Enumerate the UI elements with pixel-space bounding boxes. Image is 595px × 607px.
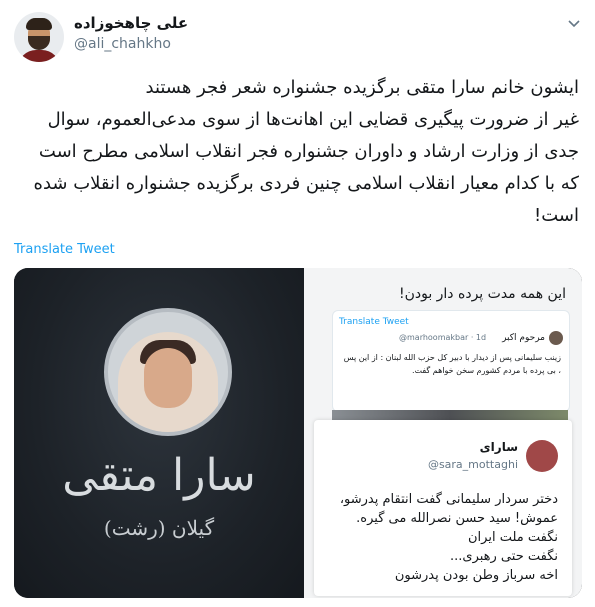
media-left-image: سارا متقی گیلان (رشت) bbox=[14, 268, 304, 598]
avatar[interactable] bbox=[14, 12, 64, 62]
quoted-line: عموش! سید حسن نصرالله می گیره. bbox=[356, 511, 558, 526]
quoted-name: سارای bbox=[479, 440, 518, 454]
profile-ring bbox=[104, 308, 232, 436]
media-right-image: این همه مدت پرده دار بودن! Translate Twe… bbox=[304, 268, 582, 598]
translate-tweet-link[interactable]: Translate Tweet bbox=[14, 242, 115, 257]
portrait-face bbox=[144, 348, 192, 408]
media-subtitle: گیلان (رشت) bbox=[103, 516, 215, 540]
tweet-header: علی چاهخوزاده @ali_chahkho bbox=[0, 0, 595, 70]
author-display-name[interactable]: علی چاهخوزاده bbox=[74, 14, 188, 32]
tweet-line: است! bbox=[534, 205, 579, 226]
tweet-line: جدی از وزارت ارشاد و داوران جشنواره فجر … bbox=[38, 141, 579, 162]
chevron-down-icon[interactable] bbox=[567, 16, 581, 30]
tweet-text: ایشون خانم سارا متقی برگزیده جشنواره شعر… bbox=[14, 72, 579, 232]
embedded-translate-label: Translate Tweet bbox=[339, 317, 409, 327]
quoted-line: نگفت ملت ایران bbox=[468, 530, 558, 545]
embedded-avatar bbox=[549, 331, 563, 345]
media-name: سارا متقی bbox=[62, 450, 256, 501]
quoted-handle: @sara_mottaghi bbox=[427, 458, 518, 471]
quoted-tweet-card: سارای @sara_mottaghi دختر سردار سلیمانی … bbox=[314, 420, 572, 596]
embedded-tweet: Translate Tweet مرحوم اکبر @marhoomakbar… bbox=[332, 310, 570, 412]
embedded-name: مرحوم اکبر bbox=[502, 333, 545, 343]
avatar-hair bbox=[26, 18, 52, 30]
tweet-line: ایشون خانم سارا متقی برگزیده جشنواره شعر… bbox=[145, 77, 580, 98]
tweet-media[interactable]: سارا متقی گیلان (رشت) این همه مدت پرده د… bbox=[14, 268, 582, 598]
screenshot-caption: این همه مدت پرده دار بودن! bbox=[398, 286, 566, 302]
avatar-shirt bbox=[18, 50, 60, 62]
avatar-beard bbox=[28, 36, 50, 50]
tweet-line: غیر از ضرورت پیگیری قضایی این اهانت‌ها ا… bbox=[47, 109, 579, 130]
author-handle[interactable]: @ali_chahkho bbox=[74, 36, 171, 52]
quoted-line: اخه سرباز وطن بودن پدرشون bbox=[394, 568, 558, 583]
embedded-text: زینب سلیمانی پس از دیدار با دبیر کل حزب … bbox=[343, 353, 561, 375]
tweet-line: که با کدام معیار انقلاب اسلامی چنین فردی… bbox=[33, 173, 579, 194]
quoted-line: نگفت حتی رهبری... bbox=[450, 549, 558, 564]
quoted-avatar bbox=[526, 440, 558, 472]
embedded-handle: @marhoomakbar · 1d bbox=[399, 333, 487, 342]
quoted-line: دختر سردار سلیمانی گفت انتقام پدرشو، bbox=[339, 492, 558, 507]
quoted-text: دختر سردار سلیمانی گفت انتقام پدرشو، عمو… bbox=[322, 490, 558, 585]
